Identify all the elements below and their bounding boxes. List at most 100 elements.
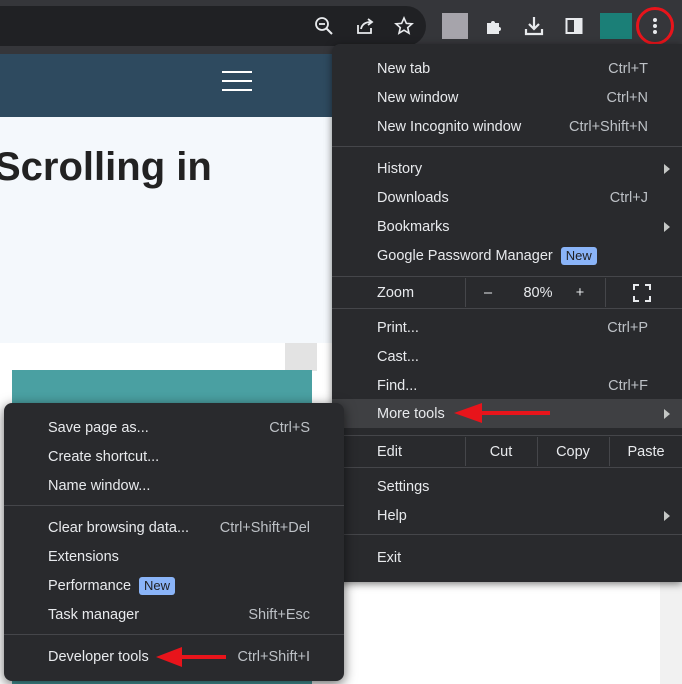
- chrome-main-menu: New tab Ctrl+T New window Ctrl+N New Inc…: [332, 44, 682, 582]
- paste-button[interactable]: Paste: [610, 437, 682, 466]
- copy-button[interactable]: Copy: [538, 437, 608, 466]
- download-icon[interactable]: [520, 12, 548, 40]
- menu-item-extensions[interactable]: Extensions: [4, 542, 344, 571]
- menu-item-label: Developer tools: [48, 648, 149, 665]
- menu-item-exit[interactable]: Exit: [332, 543, 682, 572]
- menu-item-save-page[interactable]: Save page as... Ctrl+S: [4, 413, 344, 442]
- shortcut-text: Ctrl+Shift+I: [237, 648, 310, 665]
- shortcut-text: Ctrl+T: [608, 60, 648, 77]
- new-badge: New: [139, 576, 176, 595]
- menu-item-performance[interactable]: Performance New: [4, 571, 344, 600]
- submenu-arrow-icon: [664, 510, 670, 521]
- menu-icon[interactable]: [636, 7, 674, 45]
- menu-divider: [332, 467, 682, 468]
- menu-item-label: Exit: [377, 549, 402, 566]
- menu-item-cast[interactable]: Cast...: [332, 342, 682, 371]
- zoom-out-icon[interactable]: [310, 12, 338, 40]
- menu-divider: [4, 505, 344, 506]
- page-scrollbar[interactable]: [660, 580, 682, 684]
- menu-item-label: Cast...: [377, 348, 419, 365]
- more-tools-submenu: Save page as... Ctrl+S Create shortcut..…: [4, 403, 344, 681]
- menu-item-label: Extensions: [48, 548, 119, 565]
- menu-item-label: Create shortcut...: [48, 448, 160, 465]
- menu-item-label: Bookmarks: [377, 218, 450, 235]
- menu-item-label: Save page as...: [48, 419, 149, 436]
- menu-item-label: More tools: [377, 405, 445, 422]
- submenu-arrow-icon: [664, 221, 670, 232]
- menu-item-label: History: [377, 160, 423, 177]
- menu-item-settings[interactable]: Settings: [332, 472, 682, 501]
- menu-item-label: Name window...: [48, 477, 151, 494]
- new-badge: New: [560, 246, 597, 265]
- zoom-divider: [465, 278, 466, 307]
- cut-button[interactable]: Cut: [466, 437, 536, 466]
- shortcut-text: Ctrl+J: [609, 189, 648, 206]
- menu-divider: [332, 276, 682, 277]
- menu-item-label: Find...: [377, 377, 418, 394]
- submenu-arrow-icon: [664, 163, 670, 174]
- menu-item-print[interactable]: Print... Ctrl+P: [332, 313, 682, 342]
- menu-item-label: Settings: [377, 478, 430, 495]
- extensions-icon[interactable]: [480, 12, 508, 40]
- page-title: Scrolling in: [0, 145, 212, 189]
- scroll-indicator: [285, 343, 317, 371]
- menu-divider: [4, 634, 344, 635]
- shortcut-text: Ctrl+P: [607, 319, 648, 336]
- shortcut-text: Ctrl+N: [606, 89, 649, 106]
- shortcut-text: Ctrl+Shift+Del: [219, 519, 310, 536]
- performance-text: Performance: [48, 577, 132, 594]
- edit-row: Edit Cut Copy Paste: [332, 437, 682, 466]
- menu-divider: [332, 146, 682, 147]
- menu-item-label: New window: [377, 89, 459, 106]
- menu-item-incognito[interactable]: New Incognito window Ctrl+Shift+N: [332, 112, 682, 141]
- menu-item-label: Clear browsing data...: [48, 519, 190, 536]
- menu-item-help[interactable]: Help: [332, 501, 682, 530]
- shortcut-text: Ctrl+S: [269, 419, 310, 436]
- menu-item-label: Print...: [377, 319, 419, 336]
- zoom-out-button[interactable]: –: [478, 278, 498, 307]
- menu-item-label: Help: [377, 507, 407, 524]
- hamburger-icon[interactable]: [222, 71, 252, 93]
- annotation-arrow-icon: [454, 403, 550, 423]
- menu-item-task-manager[interactable]: Task manager Shift+Esc: [4, 600, 344, 629]
- menu-item-password-manager[interactable]: Google Password Manager New: [332, 241, 682, 270]
- profile-avatar[interactable]: [600, 13, 632, 39]
- menu-item-label: Downloads: [377, 189, 449, 206]
- menu-item-history[interactable]: History: [332, 154, 682, 183]
- menu-item-find[interactable]: Find... Ctrl+F: [332, 371, 682, 400]
- menu-item-label: New tab: [377, 60, 431, 77]
- side-panel-icon[interactable]: [560, 12, 588, 40]
- site-header: [0, 54, 334, 117]
- edit-label: Edit: [377, 443, 402, 460]
- menu-item-create-shortcut[interactable]: Create shortcut...: [4, 442, 344, 471]
- star-icon[interactable]: [390, 12, 418, 40]
- menu-item-new-tab[interactable]: New tab Ctrl+T: [332, 54, 682, 83]
- menu-item-name-window[interactable]: Name window...: [4, 471, 344, 500]
- menu-item-label: Google Password Manager New: [377, 246, 597, 265]
- shortcut-text: Ctrl+F: [608, 377, 648, 394]
- password-manager-text: Google Password Manager: [377, 247, 553, 264]
- menu-divider: [332, 308, 682, 309]
- menu-divider: [332, 435, 682, 436]
- menu-item-new-window[interactable]: New window Ctrl+N: [332, 83, 682, 112]
- menu-item-label: New Incognito window: [377, 118, 522, 135]
- fullscreen-icon[interactable]: [630, 278, 654, 307]
- share-icon[interactable]: [351, 12, 379, 40]
- menu-item-label: Performance New: [48, 576, 176, 595]
- zoom-level: 80%: [523, 284, 553, 301]
- hero-section: Scrolling in: [0, 117, 334, 343]
- page-background: [334, 580, 682, 684]
- submenu-arrow-icon: [664, 408, 670, 419]
- menu-item-label: Task manager: [48, 606, 140, 623]
- zoom-row: Zoom – 80% +: [332, 278, 682, 307]
- menu-divider: [332, 534, 682, 535]
- zoom-in-button[interactable]: +: [570, 278, 590, 307]
- annotation-arrow-icon: [156, 647, 226, 667]
- menu-item-bookmarks[interactable]: Bookmarks: [332, 212, 682, 241]
- shortcut-text: Shift+Esc: [248, 606, 310, 623]
- menu-item-downloads[interactable]: Downloads Ctrl+J: [332, 183, 682, 212]
- menu-item-clear-browsing-data[interactable]: Clear browsing data... Ctrl+Shift+Del: [4, 513, 344, 542]
- zoom-divider: [605, 278, 606, 307]
- extension-gray-icon[interactable]: [442, 13, 468, 39]
- shortcut-text: Ctrl+Shift+N: [569, 118, 648, 135]
